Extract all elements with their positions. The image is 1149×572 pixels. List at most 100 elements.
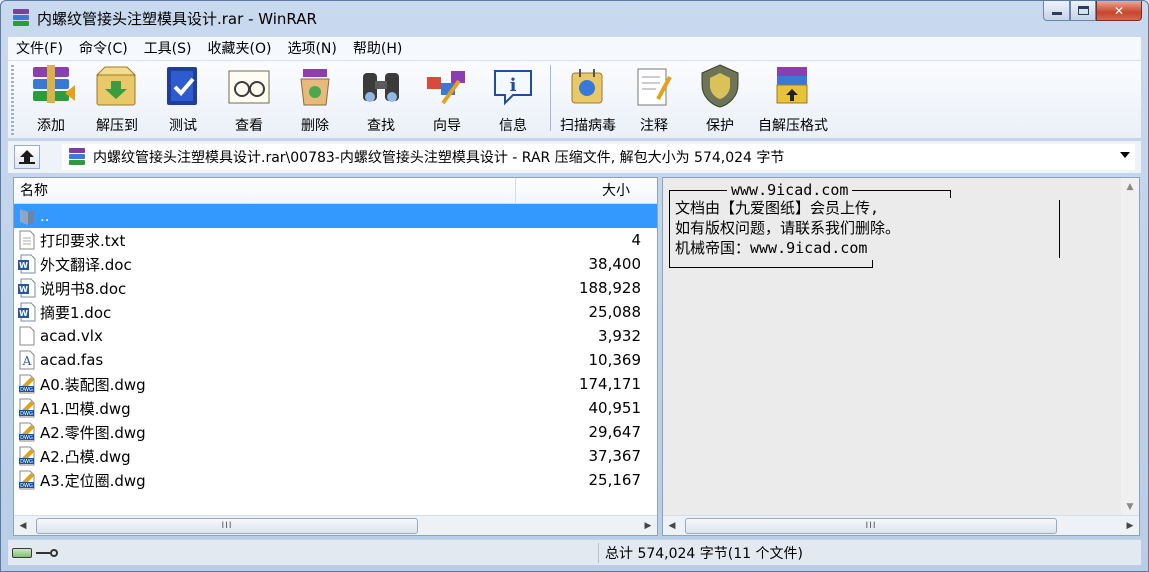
svg-text:A: A <box>22 354 32 368</box>
close-button[interactable]: ✕ <box>1096 1 1142 21</box>
comment-icon <box>628 63 680 109</box>
up-folder-button[interactable] <box>14 145 40 169</box>
file-size: 25,088 <box>588 303 642 321</box>
file-name: A2.凸模.dwg <box>40 447 131 466</box>
comment-label: 注释 <box>640 118 668 134</box>
scroll-thumb[interactable]: III <box>36 517 418 534</box>
file-row[interactable]: DWG A1.凹模.dwg 40,951 <box>14 396 657 420</box>
scroll-up-icon[interactable]: ▲ <box>1121 178 1139 196</box>
word-doc-icon: W <box>18 302 36 322</box>
info-icon: i <box>487 63 539 109</box>
comment-box-border <box>669 267 873 268</box>
file-row[interactable]: acad.vlx 3,932 <box>14 324 657 348</box>
scroll-thumb[interactable]: III <box>685 517 1057 534</box>
scroll-left-icon[interactable]: ◀ <box>14 521 32 531</box>
scroll-down-icon[interactable]: ▼ <box>1121 498 1139 516</box>
protect-label: 保护 <box>706 118 734 134</box>
delete-icon <box>289 63 341 109</box>
file-row[interactable]: DWG A2.凸模.dwg 37,367 <box>14 444 657 468</box>
toolbar-grip[interactable] <box>11 65 14 135</box>
dwg-file-icon: DWG <box>18 374 36 394</box>
add-button[interactable]: 添加 <box>18 61 84 135</box>
file-size: 4 <box>631 231 641 249</box>
sfx-button[interactable]: 自解压格式 <box>753 61 833 135</box>
scroll-left-icon[interactable]: ◀ <box>663 521 681 531</box>
status-summary: 总计 574,024 字节(11 个文件) <box>605 545 803 562</box>
find-label: 查找 <box>367 118 395 134</box>
comment-box-border <box>669 190 670 268</box>
key-icon[interactable] <box>36 548 58 557</box>
menu-options[interactable]: 选项(N) <box>279 38 344 60</box>
archive-icon <box>67 147 87 167</box>
address-field[interactable]: 内螺纹管接头注塑模具设计.rar\00783-内螺纹管接头注塑模具设计 - RA… <box>62 144 1135 170</box>
scroll-right-icon[interactable]: ▶ <box>1121 521 1139 531</box>
file-size: 3,932 <box>598 327 641 345</box>
file-list-hscrollbar[interactable]: ◀ III ▶ <box>14 515 657 535</box>
file-name: A0.装配图.dwg <box>40 375 146 394</box>
menu-tools[interactable]: 工具(S) <box>136 38 200 60</box>
protect-button[interactable]: 保护 <box>687 61 753 135</box>
comment-vscrollbar[interactable]: ▲ ▼ <box>1121 178 1139 516</box>
comment-box-border <box>872 260 873 268</box>
file-row[interactable]: W 外文翻译.doc 38,400 <box>14 252 657 276</box>
file-row[interactable]: W 摘要1.doc 25,088 <box>14 300 657 324</box>
file-name: A1.凹模.dwg <box>40 399 131 418</box>
file-name: acad.fas <box>40 351 104 369</box>
toolbar-separator <box>550 65 551 131</box>
file-size: 40,951 <box>588 399 642 417</box>
test-icon <box>157 63 209 109</box>
title-bar[interactable]: 内螺纹管接头注塑模具设计.rar - WinRAR ✕ <box>1 1 1148 35</box>
delete-button[interactable]: 删除 <box>282 61 348 135</box>
file-size: 10,369 <box>588 351 642 369</box>
file-row[interactable]: 打印要求.txt 4 <box>14 228 657 252</box>
find-icon <box>355 63 407 109</box>
virus-scan-button[interactable]: 扫描病毒 <box>555 61 621 135</box>
column-header-name[interactable]: 名称 <box>14 178 516 203</box>
file-row[interactable]: Aacad.fas 10,369 <box>14 348 657 372</box>
scroll-right-icon[interactable]: ▶ <box>639 521 657 531</box>
dwg-file-icon: DWG <box>18 446 36 466</box>
menu-file[interactable]: 文件(F) <box>8 38 71 60</box>
test-button[interactable]: 测试 <box>150 61 216 135</box>
wizard-button[interactable]: 向导 <box>414 61 480 135</box>
find-button[interactable]: 查找 <box>348 61 414 135</box>
file-size: 37,367 <box>588 447 642 465</box>
menu-help[interactable]: 帮助(H) <box>345 38 410 60</box>
menu-favorites[interactable]: 收藏夹(O) <box>200 38 280 60</box>
comment-line: 如有版权问题，请联系我们删除。 <box>675 219 901 237</box>
file-row[interactable]: DWG A3.定位圈.dwg 25,167 <box>14 468 657 492</box>
maximize-button[interactable] <box>1070 1 1096 21</box>
maximize-icon <box>1077 6 1089 15</box>
info-button[interactable]: i 信息 <box>480 61 546 135</box>
add-label: 添加 <box>37 118 65 134</box>
virus-scan-icon <box>562 63 614 109</box>
minimize-button[interactable] <box>1043 1 1070 21</box>
file-name: 打印要求.txt <box>40 231 126 250</box>
file-row[interactable]: DWG A2.零件图.dwg 29,647 <box>14 420 657 444</box>
file-name: 摘要1.doc <box>40 303 112 322</box>
protect-icon <box>694 63 746 109</box>
file-name: A3.定位圈.dwg <box>40 471 146 490</box>
extract-to-icon <box>91 63 143 109</box>
column-header-size[interactable]: 大小 <box>516 178 644 203</box>
view-button[interactable]: 查看 <box>216 61 282 135</box>
word-doc-icon: W <box>18 278 36 298</box>
comment-hscrollbar[interactable]: ◀ III ▶ <box>663 515 1139 535</box>
drive-icon[interactable] <box>12 547 32 558</box>
file-row[interactable]: W 说明书8.doc 188,928 <box>14 276 657 300</box>
winrar-window: 内螺纹管接头注塑模具设计.rar - WinRAR ✕ 文件(F) 命令(C) … <box>0 0 1149 572</box>
status-divider <box>598 543 599 563</box>
file-name: .. <box>40 207 50 225</box>
parent-folder-row[interactable]: .. <box>14 204 657 228</box>
svg-text:DWG: DWG <box>20 411 33 417</box>
comment-box-border <box>1059 200 1060 258</box>
address-dropdown-icon[interactable] <box>1120 152 1130 158</box>
comment-button[interactable]: 注释 <box>621 61 687 135</box>
test-label: 测试 <box>169 118 197 134</box>
window-controls: ✕ <box>1043 1 1142 21</box>
file-row[interactable]: DWG A0.装配图.dwg 174,171 <box>14 372 657 396</box>
file-name: 外文翻译.doc <box>40 255 132 274</box>
menu-commands[interactable]: 命令(C) <box>71 38 136 60</box>
add-archive-icon <box>25 63 77 109</box>
extract-to-button[interactable]: 解压到 <box>84 61 150 135</box>
